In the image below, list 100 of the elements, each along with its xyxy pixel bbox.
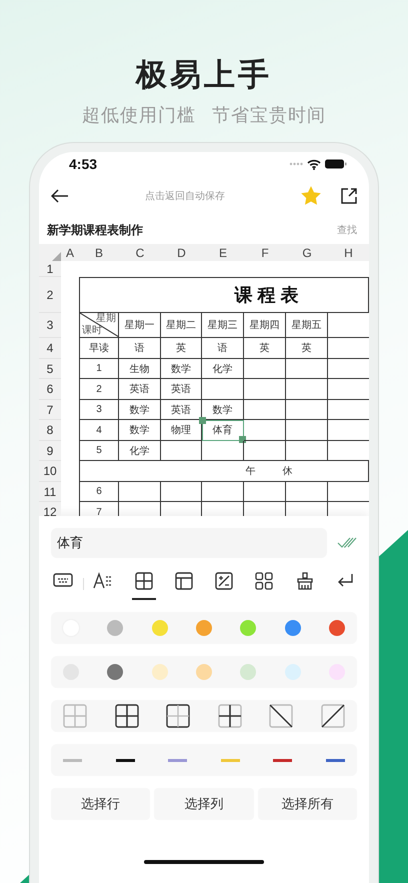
border-style-button[interactable]	[269, 704, 294, 728]
headline: 极易上手	[136, 56, 272, 94]
selection-handle[interactable]	[199, 417, 206, 424]
row-number: 8	[39, 420, 61, 441]
star-icon[interactable]	[301, 186, 321, 206]
column-header: B	[79, 244, 119, 261]
text-format-icon	[93, 572, 114, 590]
select-button[interactable]: 选择列	[154, 788, 254, 820]
color-swatch[interactable]	[152, 620, 168, 636]
table-cell[interactable]	[119, 482, 161, 502]
table-cell[interactable]	[244, 482, 286, 502]
border-style-button[interactable]	[218, 704, 242, 728]
table-cell: 星期一	[119, 313, 161, 338]
table-cell[interactable]: 语	[202, 338, 244, 359]
table-cell[interactable]	[286, 420, 328, 441]
row-number: 3	[39, 313, 61, 338]
column-header: H	[328, 244, 369, 261]
table-cell[interactable]	[244, 359, 286, 379]
line-color-swatch[interactable]	[273, 758, 292, 762]
table-cell: 星期五	[286, 313, 328, 338]
table-cell[interactable]: 英	[161, 338, 202, 359]
border-style-button[interactable]	[320, 704, 345, 728]
table-cell[interactable]	[286, 379, 328, 400]
color-swatch[interactable]	[284, 620, 301, 636]
table-cell[interactable]: 生物	[119, 359, 161, 379]
border-style-button[interactable]	[114, 704, 139, 728]
table-cell[interactable]	[286, 359, 328, 379]
table-cell: 3	[79, 400, 119, 420]
row-number: 10	[39, 461, 61, 482]
table-cell: 5	[79, 441, 119, 461]
table-cell[interactable]	[286, 400, 328, 420]
table-cell[interactable]: 化学	[202, 359, 244, 379]
table-cell: 星期三	[202, 313, 244, 338]
color-swatch[interactable]	[284, 664, 301, 680]
table-cell[interactable]: 英语	[161, 379, 202, 400]
document-title: 新学期课程表制作	[47, 222, 143, 238]
select-button[interactable]: 选择所有	[258, 788, 357, 820]
table-cell[interactable]	[202, 379, 244, 400]
diagonal-down-icon	[269, 704, 294, 728]
table-cell[interactable]: 数学	[161, 359, 202, 379]
cell-input-field[interactable]: 体育	[51, 528, 327, 558]
selection-handle[interactable]	[239, 436, 246, 443]
table-cell[interactable]: 英语	[119, 379, 161, 400]
double-check-icon[interactable]	[337, 537, 357, 549]
line-color-swatch[interactable]	[116, 758, 135, 762]
row-number: 12	[39, 502, 61, 516]
back-icon[interactable]	[51, 189, 69, 203]
table-cell[interactable]	[286, 441, 328, 461]
table-cell: 4	[79, 420, 119, 441]
light-grid-icon	[63, 704, 87, 728]
table-cell[interactable]: 化学	[119, 441, 161, 461]
table-cell[interactable]	[244, 420, 286, 441]
outer-border-icon	[166, 704, 190, 728]
table-title: 课程表	[234, 284, 304, 307]
subtitle: 节省宝贵时间	[212, 104, 326, 127]
line-color-swatch[interactable]	[63, 758, 82, 762]
table-cell[interactable]: 英	[286, 338, 328, 359]
return-icon	[336, 572, 354, 588]
color-swatch[interactable]	[240, 664, 256, 680]
color-swatch[interactable]	[107, 620, 124, 636]
table-cell[interactable]: 体育	[202, 420, 244, 441]
table-cell[interactable]	[202, 441, 244, 461]
table-cell[interactable]	[161, 441, 202, 461]
table-cell[interactable]	[286, 482, 328, 502]
column-header: C	[119, 244, 161, 261]
apps-icon	[255, 572, 274, 590]
row-number: 2	[39, 277, 61, 313]
column-header: D	[161, 244, 202, 261]
line-color-swatch[interactable]	[326, 758, 345, 762]
table-cell[interactable]: 语	[119, 338, 161, 359]
table-cell[interactable]: 英	[244, 338, 286, 359]
table-cell: 星期四	[244, 313, 286, 338]
color-swatch[interactable]	[240, 620, 256, 636]
table-cell[interactable]: 数学	[119, 420, 161, 441]
color-swatch[interactable]	[152, 664, 168, 680]
table-cell[interactable]: 数学	[119, 400, 161, 420]
toolbar-button[interactable]	[132, 570, 156, 600]
row-number: 4	[39, 338, 61, 359]
color-swatch[interactable]	[196, 664, 212, 680]
color-swatch[interactable]	[328, 620, 345, 636]
share-icon[interactable]	[341, 188, 357, 204]
table-cell[interactable]	[244, 400, 286, 420]
table-cell-text: 午 休	[246, 465, 292, 478]
table-cell[interactable]	[244, 441, 286, 461]
table-cell[interactable]	[244, 379, 286, 400]
column-header: G	[286, 244, 328, 261]
line-color-swatch[interactable]	[168, 758, 188, 762]
color-swatch[interactable]	[196, 620, 212, 636]
border-style-button[interactable]	[166, 704, 190, 728]
color-swatch[interactable]	[107, 664, 124, 680]
battery-icon	[325, 159, 347, 169]
table-cell: 6	[79, 482, 119, 502]
table-cell[interactable]	[202, 482, 244, 502]
select-button[interactable]: 选择行	[51, 788, 150, 820]
column-header: E	[202, 244, 244, 261]
row-number: 1	[39, 261, 61, 277]
table-cell[interactable]	[161, 482, 202, 502]
line-color-swatch[interactable]	[220, 758, 240, 762]
corner-label: 课时	[82, 326, 103, 336]
signal-icon	[289, 162, 303, 166]
